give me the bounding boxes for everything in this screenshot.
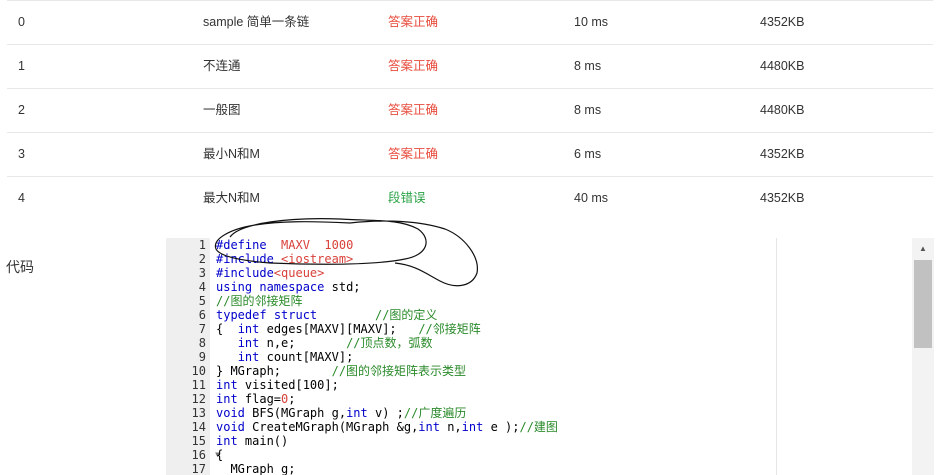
case-time: 8 ms	[574, 59, 602, 73]
code-line: int n,e; //顶点数，弧数	[237, 336, 433, 350]
case-name: sample 简单一条链	[203, 15, 310, 29]
code-line: int visited[100];	[216, 378, 339, 392]
case-status: 答案正确	[388, 59, 439, 73]
case-memory: 4352KB	[760, 147, 805, 161]
line-number: 11	[191, 378, 206, 392]
line-number: 14	[191, 420, 206, 434]
case-status: 答案正确	[388, 103, 439, 117]
case-time: 40 ms	[574, 191, 609, 205]
table-row: 2 一般图 答案正确 8 ms 4480KB	[7, 89, 933, 133]
case-status: 答案正确	[388, 15, 439, 29]
line-number: 6	[198, 308, 206, 322]
code-line: int flag=0;	[216, 392, 296, 406]
case-memory: 4352KB	[760, 191, 805, 205]
case-time: 10 ms	[574, 15, 609, 29]
case-id: 0	[18, 15, 25, 29]
case-memory: 4480KB	[760, 103, 805, 117]
case-memory: 4352KB	[760, 15, 805, 29]
case-id: 3	[18, 147, 25, 161]
line-number: 7	[198, 322, 206, 336]
test-results-table: 0 sample 简单一条链 答案正确 10 ms 4352KB 1 不连通 答…	[7, 0, 933, 220]
code-line: MGraph g;	[216, 462, 296, 475]
case-status: 答案正确	[388, 147, 439, 161]
pen-annotation-scribble	[214, 218, 478, 287]
case-name: 不连通	[203, 59, 241, 73]
scribble-stroke	[214, 218, 478, 287]
line-number: 17	[191, 462, 206, 475]
case-name: 一般图	[203, 103, 241, 117]
code-line: { int edges[MAXV][MAXV]; //邻接矩阵	[216, 322, 481, 336]
case-time: 8 ms	[574, 103, 602, 117]
table-row: 1 不连通 答案正确 8 ms 4480KB	[7, 45, 933, 89]
line-number: 5	[198, 294, 206, 308]
scrollbar-thumb[interactable]	[914, 260, 932, 348]
table-row: 3 最小N和M 答案正确 6 ms 4352KB	[7, 133, 933, 177]
case-name: 最小N和M	[203, 147, 260, 161]
editor-divider	[776, 238, 777, 475]
code-line: void BFS(MGraph g,int v) ;//广度遍历	[216, 406, 467, 420]
case-time: 6 ms	[574, 147, 602, 161]
case-id: 1	[18, 59, 25, 73]
table-row: 0 sample 简单一条链 答案正确 10 ms 4352KB	[7, 0, 933, 45]
code-line: int main()	[216, 434, 289, 448]
case-id: 2	[18, 103, 25, 117]
line-number: 10	[191, 364, 206, 378]
code-line: } MGraph; //图的邻接矩阵表示类型	[216, 364, 467, 378]
code-line: //图的邻接矩阵	[216, 294, 303, 308]
triangle-up-icon[interactable]: ▲	[912, 240, 934, 258]
case-memory: 4480KB	[760, 59, 805, 73]
line-number: 9	[198, 350, 206, 364]
code-line: typedef struct //图的定义	[216, 308, 438, 322]
line-number: 15	[191, 434, 206, 448]
line-number: 8	[198, 336, 206, 350]
line-number: 13	[191, 406, 206, 420]
code-line: {	[216, 448, 224, 462]
code-line: void CreateMGraph(MGraph &g,int n,int e …	[216, 420, 558, 434]
code-line: int count[MAXV];	[237, 350, 354, 364]
case-id: 4	[18, 191, 25, 205]
line-number-fold[interactable]: 16 ▼	[166, 448, 220, 462]
line-number: 12	[191, 392, 206, 406]
code-section-label: 代码	[6, 259, 34, 275]
